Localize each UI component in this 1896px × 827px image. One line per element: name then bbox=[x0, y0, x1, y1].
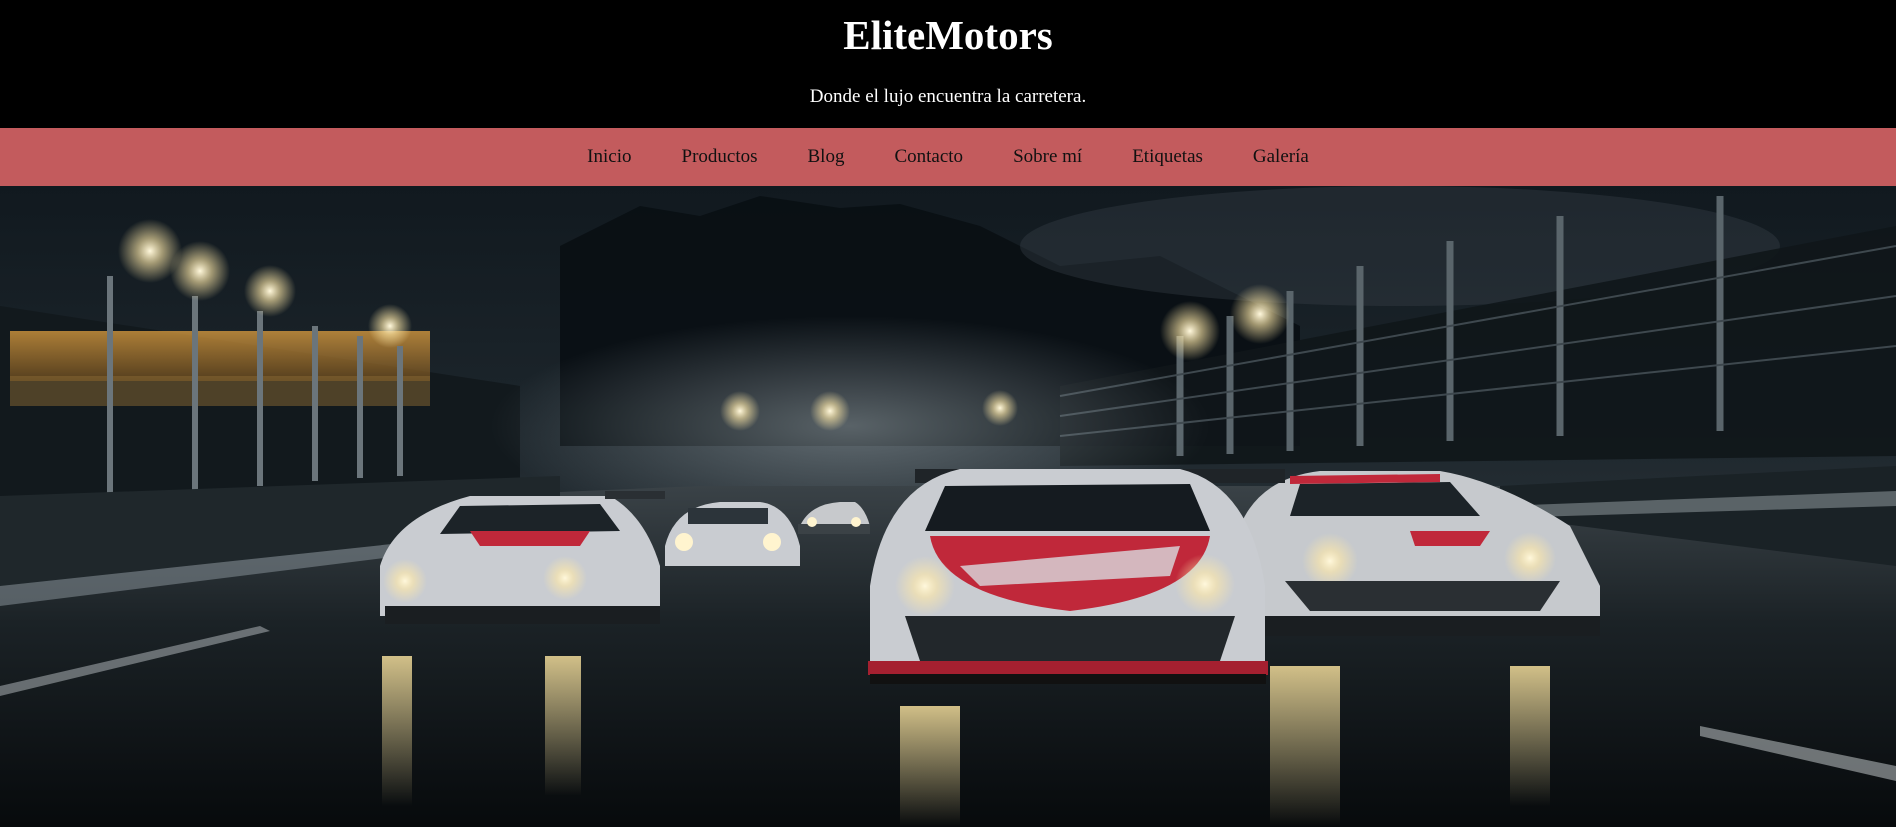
nav-item-etiquetas[interactable]: Etiquetas bbox=[1132, 128, 1203, 186]
main-nav: Inicio Productos Blog Contacto Sobre mí … bbox=[0, 128, 1896, 186]
nav-item-blog[interactable]: Blog bbox=[808, 128, 845, 186]
site-header: EliteMotors Donde el lujo encuentra la c… bbox=[0, 0, 1896, 128]
site-title[interactable]: EliteMotors bbox=[0, 10, 1896, 60]
nav-item-galeria[interactable]: Galería bbox=[1253, 128, 1309, 186]
nav-item-inicio[interactable]: Inicio bbox=[587, 128, 631, 186]
nav-item-contacto[interactable]: Contacto bbox=[894, 128, 963, 186]
hero-race-cars-image bbox=[0, 186, 1896, 827]
nav-item-productos[interactable]: Productos bbox=[682, 128, 758, 186]
car-center bbox=[868, 469, 1285, 684]
hero-banner bbox=[0, 186, 1896, 827]
nav-item-sobre-mi[interactable]: Sobre mí bbox=[1013, 128, 1082, 186]
site-tagline: Donde el lujo encuentra la carretera. bbox=[809, 86, 1087, 107]
